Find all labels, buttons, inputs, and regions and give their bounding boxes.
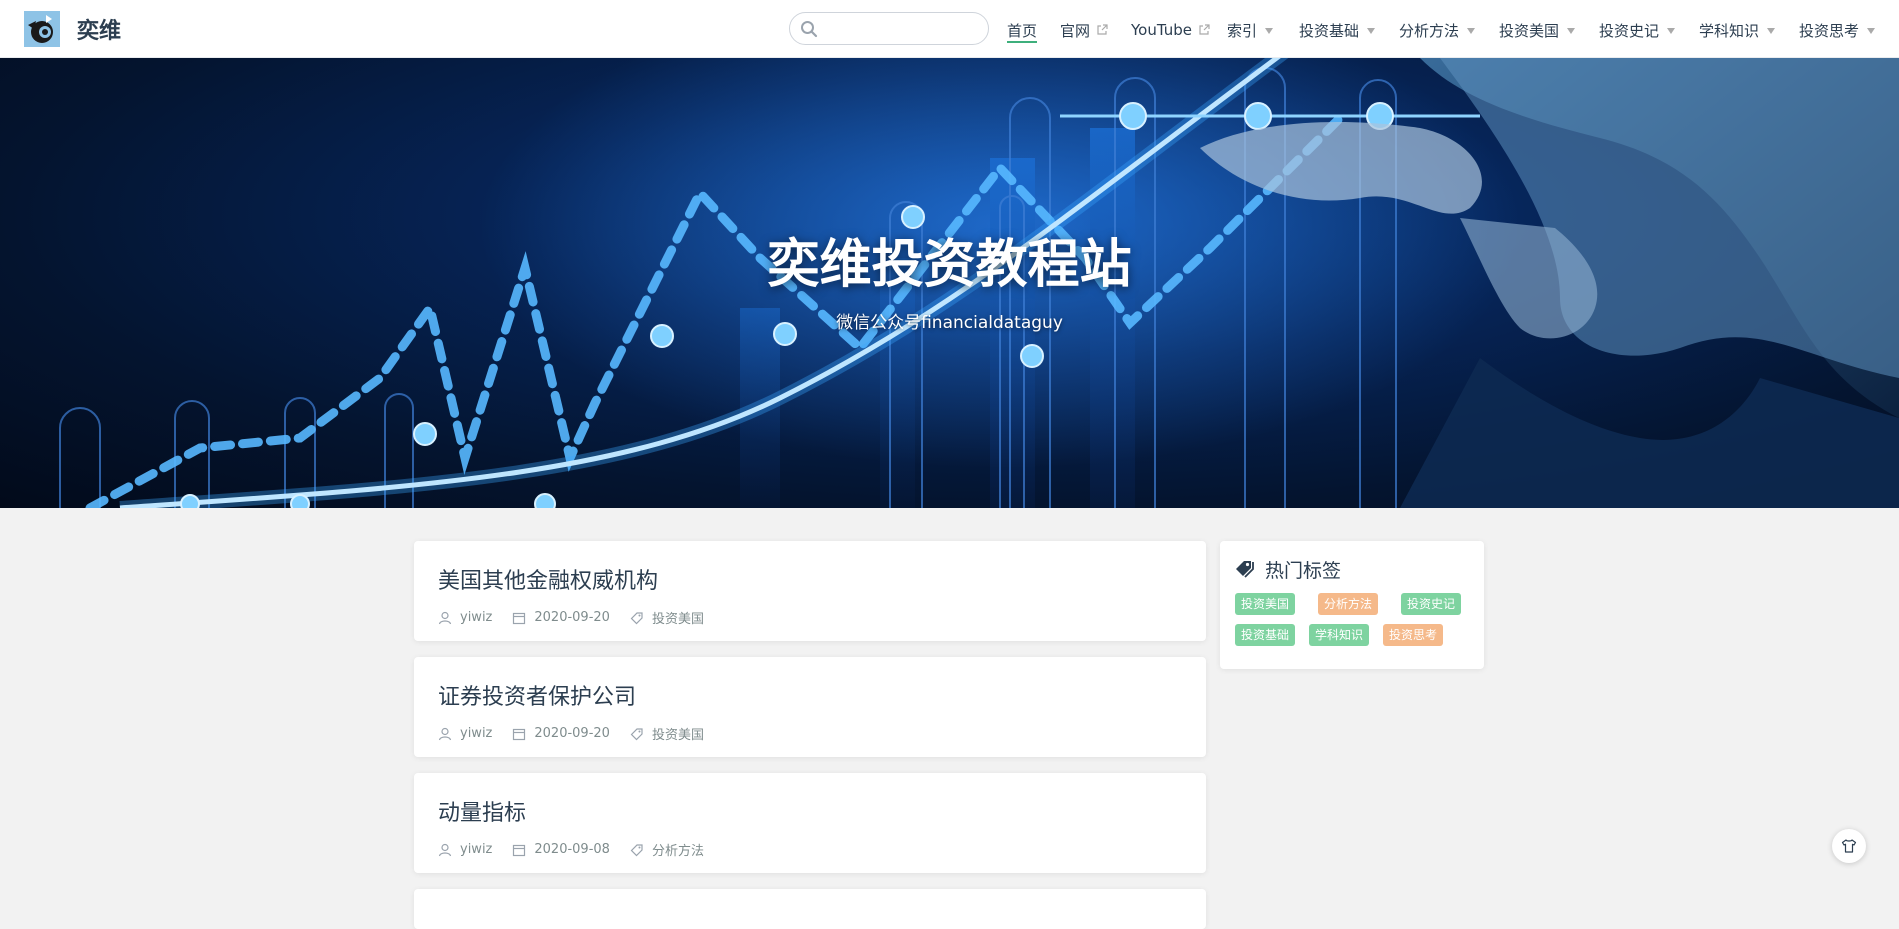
post-author[interactable]: yiwiz [460, 726, 492, 741]
tag-investing-thoughts[interactable]: 投资思考 [1383, 624, 1444, 646]
shirt-icon [1841, 839, 1857, 853]
caret-down-icon [1265, 28, 1274, 34]
post-title[interactable]: 动量指标 [438, 795, 526, 827]
hero-subtitle: 微信公众号financialdataguy [836, 313, 1063, 333]
post-title[interactable]: 美国其他金融权威机构 [438, 563, 658, 595]
nav-youtube[interactable]: YouTube [1131, 19, 1210, 41]
search-icon [801, 21, 818, 38]
search-box[interactable] [789, 12, 989, 45]
post-meta: yiwiz 2020-09-08 分析方法 [438, 840, 724, 859]
nav-index[interactable]: 索引 [1227, 19, 1274, 41]
calendar-icon [513, 844, 526, 856]
theme-toggle-button[interactable] [1832, 829, 1866, 863]
post-tag[interactable]: 投资美国 [652, 724, 704, 743]
nav-official-site[interactable]: 官网 [1060, 19, 1108, 41]
nav-youtube-label: YouTube [1131, 21, 1192, 39]
caret-down-icon [1867, 28, 1876, 34]
calendar-icon [513, 612, 526, 624]
hot-tags-title: 热门标签 [1265, 560, 1342, 582]
post-card[interactable]: 美国其他金融权威机构 yiwiz 2020-09-20 投资美国 [414, 541, 1206, 641]
nav-investing-history[interactable]: 投资史记 [1599, 19, 1676, 41]
tag-investing-history[interactable]: 投资史记 [1401, 593, 1462, 615]
nav-analysis-methods[interactable]: 分析方法 [1399, 19, 1476, 41]
tags-icon [1236, 560, 1254, 578]
nav-home[interactable]: 首页 [1007, 19, 1038, 43]
caret-down-icon [1567, 28, 1576, 34]
nav-index-label: 索引 [1227, 21, 1258, 40]
hot-tags-header: 热门标签 [1235, 556, 1341, 583]
nav-invest-us-label: 投资美国 [1499, 21, 1560, 40]
nav-analysis-methods-label: 分析方法 [1399, 21, 1460, 40]
caret-down-icon [1667, 28, 1676, 34]
nav-investing-thoughts[interactable]: 投资思考 [1799, 19, 1876, 41]
tag-icon [630, 727, 643, 740]
post-author[interactable]: yiwiz [460, 842, 492, 857]
navbar: 奕维 首页 官网 YouTube 索引 投资基础 分析方法 投资美国 投资史记 … [0, 0, 1899, 58]
tag-icon [630, 843, 643, 856]
post-date: 2020-09-20 [534, 726, 610, 741]
tag-invest-us[interactable]: 投资美国 [1235, 593, 1296, 615]
nav-investing-thoughts-label: 投资思考 [1799, 21, 1860, 40]
nav-official-site-label: 官网 [1060, 21, 1091, 40]
nav-investing-basics-label: 投资基础 [1299, 21, 1360, 40]
nav-subject-knowledge-label: 学科知识 [1699, 21, 1760, 40]
tag-analysis-methods[interactable]: 分析方法 [1318, 593, 1379, 615]
post-meta: yiwiz 2020-09-20 投资美国 [438, 608, 724, 627]
post-title[interactable]: 证券投资者保护公司 [438, 679, 636, 711]
user-icon [438, 727, 452, 740]
nav-investing-basics[interactable]: 投资基础 [1299, 19, 1376, 41]
post-card[interactable] [414, 889, 1206, 929]
post-tag[interactable]: 投资美国 [652, 608, 704, 627]
external-link-icon [1097, 24, 1108, 35]
tag-investing-basics[interactable]: 投资基础 [1235, 624, 1296, 646]
site-name: 奕维 [77, 19, 122, 44]
post-card[interactable]: 证券投资者保护公司 yiwiz 2020-09-20 投资美国 [414, 657, 1206, 757]
hero-banner: 奕维投资教程站 微信公众号financialdataguy [0, 58, 1899, 508]
caret-down-icon [1767, 28, 1776, 34]
nav-investing-history-label: 投资史记 [1599, 21, 1660, 40]
home-link[interactable]: 奕维 [24, 10, 121, 48]
hot-tags-panel: 热门标签 投资美国 分析方法 投资史记 投资基础 学科知识 投资思考 [1220, 541, 1484, 669]
post-date: 2020-09-08 [534, 842, 610, 857]
search-input[interactable] [824, 17, 983, 42]
nav-home-label: 首页 [1007, 21, 1038, 40]
post-meta: yiwiz 2020-09-20 投资美国 [438, 724, 724, 743]
post-date: 2020-09-20 [534, 610, 610, 625]
caret-down-icon [1467, 28, 1476, 34]
external-link-icon [1199, 24, 1210, 35]
post-author[interactable]: yiwiz [460, 610, 492, 625]
caret-down-icon [1367, 28, 1376, 34]
hero-title: 奕维投资教程站 [767, 235, 1132, 295]
post-tag[interactable]: 分析方法 [652, 840, 704, 859]
nav-subject-knowledge[interactable]: 学科知识 [1699, 19, 1776, 41]
user-icon [438, 843, 452, 856]
tag-subject-knowledge[interactable]: 学科知识 [1309, 624, 1370, 646]
tag-icon [630, 611, 643, 624]
post-card[interactable]: 动量指标 yiwiz 2020-09-08 分析方法 [414, 773, 1206, 873]
user-icon [438, 611, 452, 624]
calendar-icon [513, 728, 526, 740]
nav-invest-us[interactable]: 投资美国 [1499, 19, 1576, 41]
site-logo [24, 11, 60, 47]
